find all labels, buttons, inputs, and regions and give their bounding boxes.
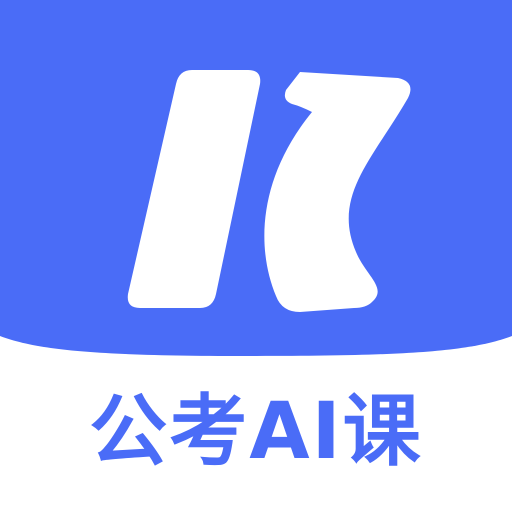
blue-banner-shape [0, 0, 512, 356]
app-name: 公考AI课 [89, 387, 423, 477]
app-icon[interactable]: 公考AI课 [0, 0, 512, 512]
